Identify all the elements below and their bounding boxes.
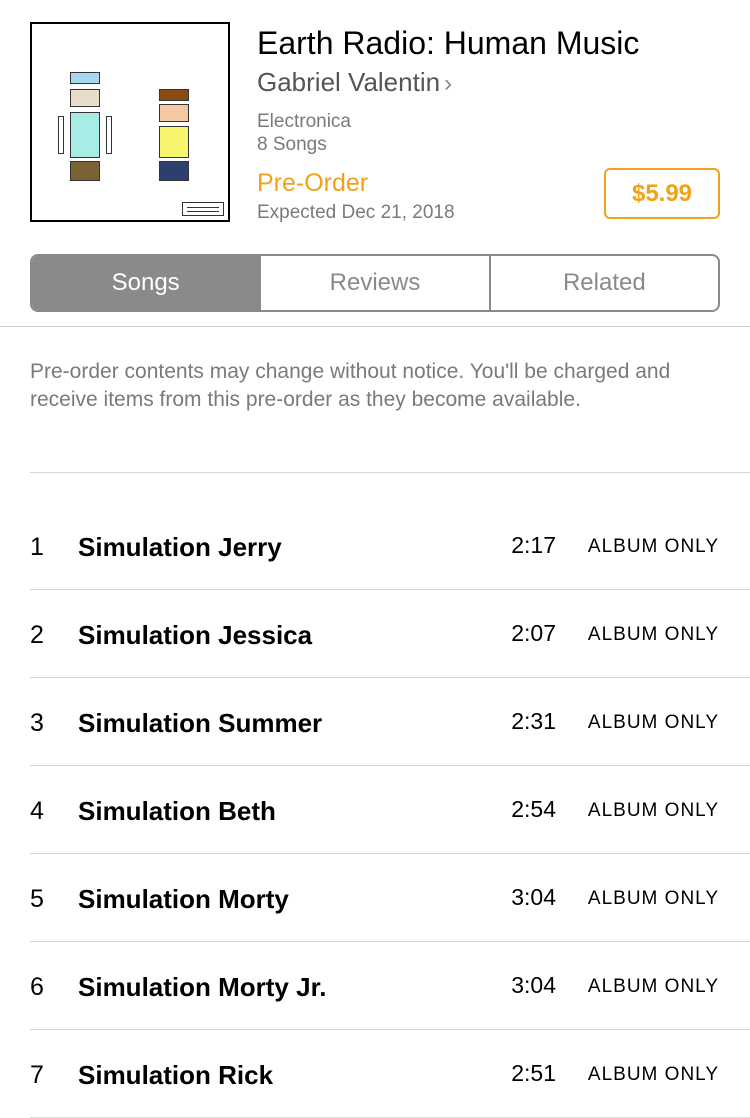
track-number: 2 [30,621,44,649]
track-number: 6 [30,973,44,1001]
track-availability: ALBUM ONLY [587,536,719,557]
track-row[interactable]: 7 Simulation Rick 2:51 ALBUM ONLY [30,1030,750,1118]
track-row[interactable]: 4 Simulation Beth 2:54 ALBUM ONLY [30,766,750,854]
price-button[interactable]: $5.99 [604,168,720,219]
artwork-block-navy [159,161,189,181]
artwork-block-olive [70,161,100,181]
track-duration: 3:04 [511,972,556,998]
track-title: Simulation Morty [78,884,289,914]
artwork-block-cyan [70,112,100,158]
track-row[interactable]: 2 Simulation Jessica 2:07 ALBUM ONLY [30,590,750,678]
track-availability: ALBUM ONLY [587,1064,719,1085]
artist-link[interactable]: Gabriel Valentin › [257,66,452,100]
section-divider [0,326,750,327]
track-availability: ALBUM ONLY [587,888,719,909]
artwork-block-brown [159,89,189,101]
tab-reviews[interactable]: Reviews [259,256,488,310]
track-number: 1 [30,533,44,561]
segmented-control: Songs Reviews Related [30,254,720,312]
track-availability: ALBUM ONLY [587,800,719,821]
track-duration: 2:07 [511,620,556,646]
album-artwork[interactable] [30,22,230,222]
artwork-block-yellow [159,126,189,158]
track-number: 7 [30,1061,44,1089]
tab-songs[interactable]: Songs [32,256,260,310]
track-row[interactable]: 5 Simulation Morty 3:04 ALBUM ONLY [30,854,750,942]
track-number: 3 [30,709,44,737]
artwork-block-sky [70,72,100,84]
track-duration: 2:51 [511,1060,556,1086]
tab-related[interactable]: Related [488,256,718,310]
track-availability: ALBUM ONLY [587,976,719,997]
track-availability: ALBUM ONLY [587,712,719,733]
artwork-bar-right [106,116,112,154]
track-title: Simulation Summer [78,708,323,738]
track-row[interactable]: 6 Simulation Morty Jr. 3:04 ALBUM ONLY [30,942,750,1030]
artist-name: Gabriel Valentin [257,67,441,97]
artwork-logo [182,202,224,216]
list-divider [30,472,750,473]
track-duration: 2:17 [511,532,556,558]
track-title: Simulation Rick [78,1060,274,1090]
track-title: Simulation Beth [78,796,276,826]
album-genre: Electronica [257,111,351,132]
track-duration: 2:54 [511,796,556,822]
preorder-notice: Pre-order contents may change without no… [30,360,671,411]
track-duration: 2:31 [511,708,556,734]
track-row[interactable]: 3 Simulation Summer 2:31 ALBUM ONLY [30,678,750,766]
artwork-bar-left [58,116,64,154]
album-title: Earth Radio: Human Music [257,25,640,61]
track-title: Simulation Jerry [78,532,282,562]
track-availability: ALBUM ONLY [587,624,719,645]
chevron-right-icon: › [444,70,453,97]
track-row[interactable]: 1 Simulation Jerry 2:17 ALBUM ONLY [30,502,750,590]
artwork-block-beige [70,89,100,107]
preorder-label: Pre-Order [257,169,369,197]
track-number: 4 [30,797,44,825]
track-title: Simulation Morty Jr. [78,972,327,1002]
track-title: Simulation Jessica [78,620,313,650]
track-list: 1 Simulation Jerry 2:17 ALBUM ONLY 2 Sim… [30,502,750,1118]
artwork-block-peach [159,104,189,122]
expected-release-date: Expected Dec 21, 2018 [257,202,455,223]
album-song-count: 8 Songs [257,134,327,155]
track-number: 5 [30,885,44,913]
track-duration: 3:04 [511,884,556,910]
